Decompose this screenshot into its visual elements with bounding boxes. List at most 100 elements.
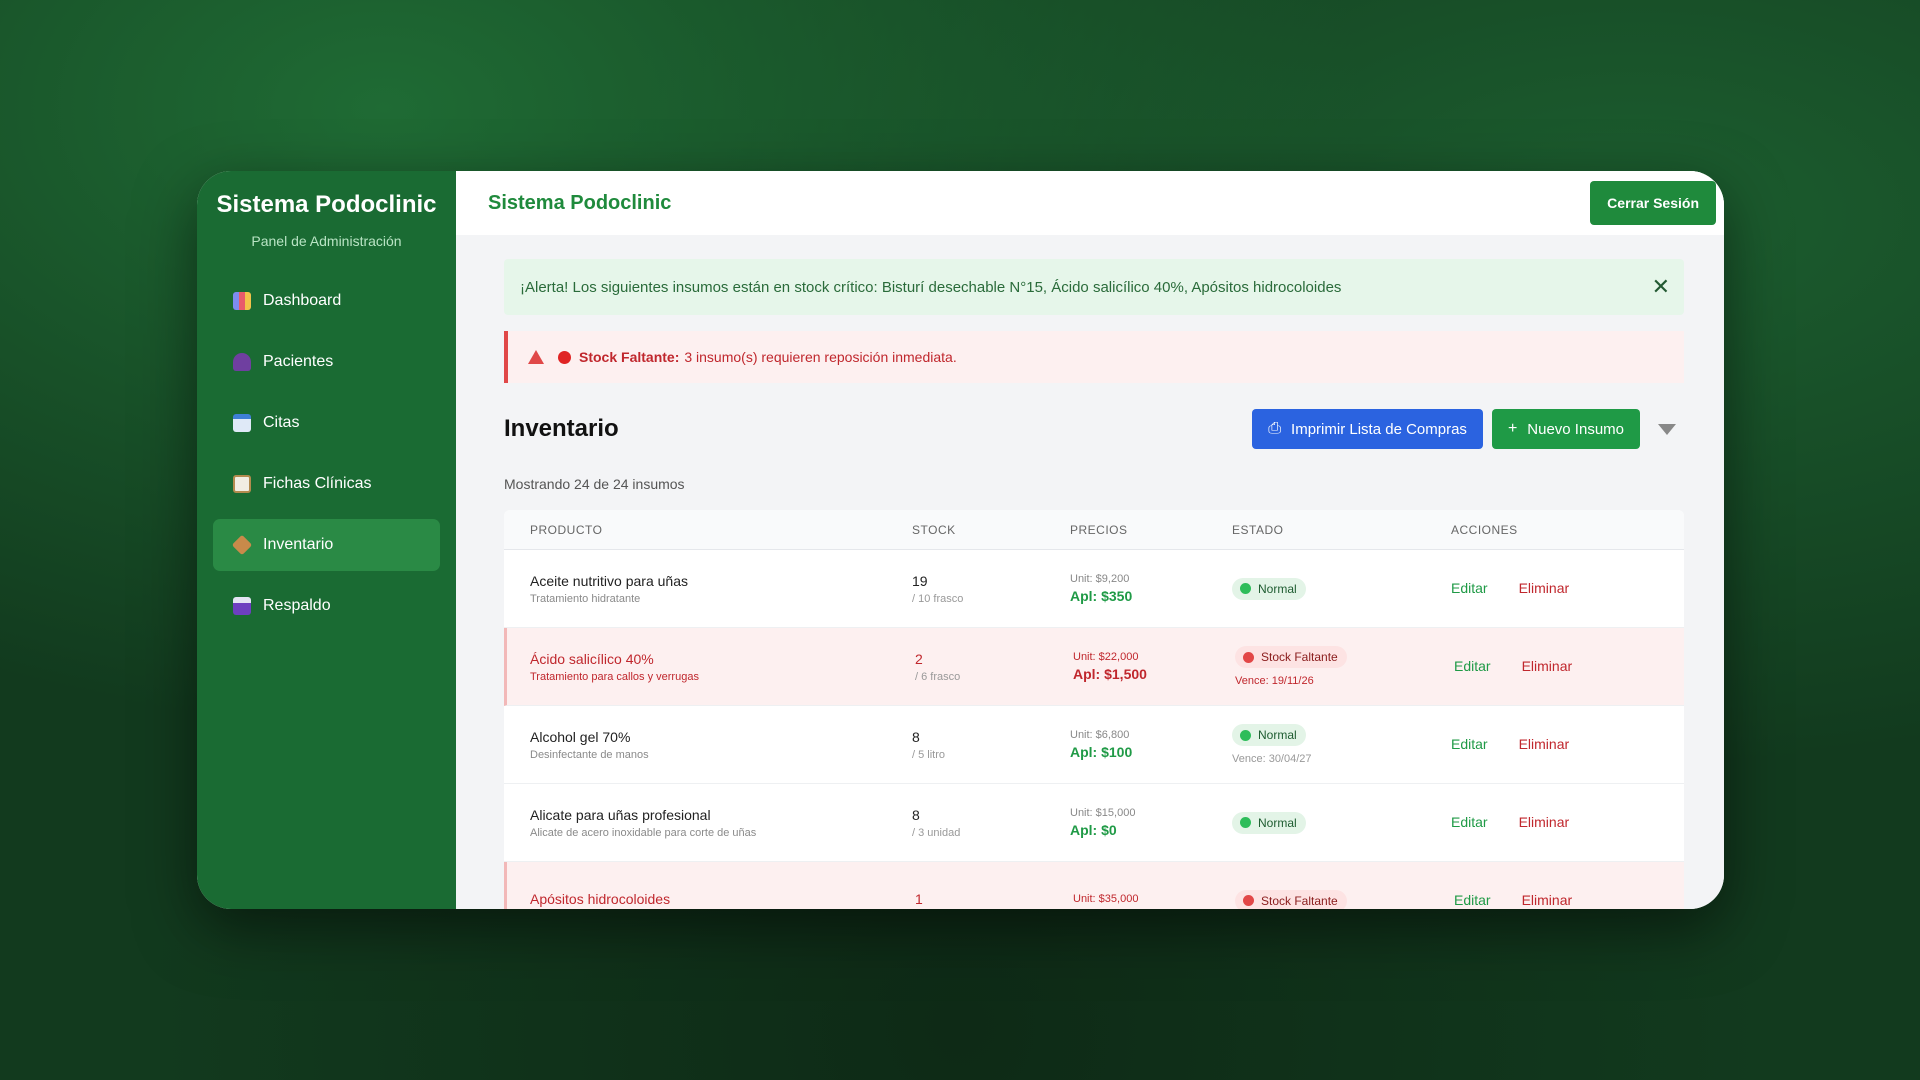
content-area: ¡Alerta! Los siguientes insumos están en… (456, 235, 1724, 909)
table-header: PRODUCTO STOCK PRECIOS ESTADO ACCIONES (504, 510, 1684, 550)
filter-icon[interactable] (1658, 423, 1676, 435)
price-unit: Unit: $35,000 (1073, 893, 1139, 905)
product-name: Alicate para uñas profesional (530, 806, 711, 823)
table-row: Aceite nutritivo para uñas Tratamiento hi… (504, 550, 1684, 628)
table-row: Alicate para uñas profesional Alicate de … (504, 784, 1684, 862)
delete-button[interactable]: Eliminar (1522, 658, 1573, 674)
inventory-header: Inventario ⎙ Imprimir Lista de Compras +… (504, 409, 1684, 449)
stock-value: 8 (912, 806, 920, 823)
results-count: Mostrando 24 de 24 insumos (504, 476, 685, 492)
logout-button[interactable]: Cerrar Sesión (1590, 181, 1716, 225)
status-dot-icon (1243, 895, 1254, 906)
status-text: Normal (1258, 728, 1297, 742)
stock-unit: / 3 unidad (912, 826, 961, 839)
missing-stock-text: 3 insumo(s) requieren reposición inmedia… (684, 349, 957, 365)
product-name: Ácido salicílico 40% (530, 650, 654, 667)
stock-unit: / 6 frasco (915, 670, 961, 683)
sidebar-item-dashboard[interactable]: Dashboard (213, 275, 440, 327)
status-dot-icon (1243, 651, 1254, 663)
users-icon (233, 353, 251, 371)
product-desc: Tratamiento para callos y verrugas (530, 670, 699, 683)
product-desc: Desinfectante de manos (530, 748, 649, 761)
sidebar-subtitle: Panel de Administración (251, 233, 402, 249)
col-header-product: PRODUCTO (530, 522, 603, 537)
col-header-actions: ACCIONES (1451, 522, 1518, 537)
stock-value: 1 (915, 890, 923, 907)
sidebar-item-label: Pacientes (263, 353, 334, 370)
page-title: Sistema Podoclinic (488, 191, 672, 214)
price-apl: Apl: $350 (1070, 588, 1133, 604)
sidebar-item-label: Dashboard (263, 292, 342, 309)
status-badge: Normal (1232, 811, 1306, 834)
sidebar-item-fichas[interactable]: Fichas Clínicas (213, 458, 440, 510)
app-window: Sistema Podoclinic Panel de Administraci… (197, 171, 1724, 909)
sidebar-item-respaldo[interactable]: Respaldo (213, 580, 440, 632)
status-text: Normal (1258, 581, 1297, 596)
price-unit: Unit: $6,800 (1070, 729, 1130, 741)
chart-icon (233, 292, 251, 310)
edit-button[interactable]: Editar (1451, 736, 1488, 752)
save-icon (233, 597, 251, 615)
edit-button[interactable]: Editar (1451, 814, 1488, 830)
inventory-title: Inventario (504, 415, 619, 442)
delete-button[interactable]: Eliminar (1519, 736, 1570, 752)
status-badge: Normal (1232, 724, 1306, 746)
topbar: Sistema Podoclinic Cerrar Sesión (456, 171, 1724, 235)
sidebar-item-label: Fichas Clínicas (263, 475, 372, 492)
edit-button[interactable]: Editar (1454, 658, 1491, 674)
sidebar-item-inventario[interactable]: Inventario (213, 519, 440, 571)
col-header-prices: PRECIOS (1070, 522, 1128, 537)
status-badge: Normal (1232, 577, 1306, 600)
stock-unit: / 10 frasco (912, 592, 964, 605)
sidebar-title: Sistema Podoclinic (216, 191, 437, 218)
expiry-date: Vence: 30/04/27 (1232, 753, 1312, 765)
missing-stock-banner: Stock Faltante: 3 insumo(s) requieren re… (504, 331, 1684, 383)
price-apl: Apl: $1,500 (1073, 666, 1147, 682)
print-label: Imprimir Lista de Compras (1291, 420, 1467, 438)
sidebar-item-pacientes[interactable]: Pacientes (213, 336, 440, 388)
price-apl: Apl: $100 (1070, 744, 1133, 760)
table-row: Alcohol gel 70% Desinfectante de manos 8 /… (504, 706, 1684, 784)
status-badge: Stock Faltante (1235, 646, 1347, 668)
red-dot-icon (558, 350, 571, 364)
product-desc: Alicate de acero inoxidable para corte d… (530, 826, 757, 839)
new-supply-button[interactable]: + Nuevo Insumo (1491, 409, 1640, 449)
product-desc: Tratamiento hidratante (530, 592, 641, 605)
price-unit: Unit: $22,000 (1073, 651, 1139, 663)
col-header-stock: STOCK (912, 522, 956, 537)
clipboard-icon (233, 475, 251, 493)
new-label: Nuevo Insumo (1527, 420, 1624, 438)
sidebar-nav: Dashboard Pacientes Citas Fichas Clínica… (197, 275, 456, 632)
edit-button[interactable]: Editar (1454, 892, 1491, 908)
box-icon (231, 534, 253, 556)
stock-value: 2 (915, 650, 923, 667)
inventory-table: PRODUCTO STOCK PRECIOS ESTADO ACCIONES A… (504, 510, 1684, 909)
delete-button[interactable]: Eliminar (1519, 814, 1570, 830)
product-name: Aceite nutritivo para uñas (530, 572, 688, 589)
edit-button[interactable]: Editar (1451, 580, 1488, 596)
price-unit: Unit: $9,200 (1070, 573, 1130, 585)
stock-unit: / 5 litro (912, 748, 946, 761)
sidebar-item-label: Inventario (263, 536, 334, 553)
price-apl: Apl: $0 (1070, 822, 1117, 838)
product-name: Alcohol gel 70% (530, 728, 631, 745)
delete-button[interactable]: Eliminar (1519, 580, 1570, 596)
stock-value: 19 (912, 572, 928, 589)
print-shopping-list-button[interactable]: ⎙ Imprimir Lista de Compras (1252, 409, 1483, 449)
missing-stock-label: Stock Faltante: (579, 349, 680, 365)
sidebar: Sistema Podoclinic Panel de Administraci… (197, 171, 456, 909)
delete-button[interactable]: Eliminar (1522, 892, 1573, 908)
table-row: Apósitos hidrocoloides 1 Unit: $35,000 S… (504, 862, 1684, 909)
status-text: Normal (1258, 815, 1297, 830)
close-icon[interactable]: ✕ (1652, 276, 1670, 298)
inventory-actions: ⎙ Imprimir Lista de Compras + Nuevo Insu… (1252, 409, 1684, 449)
status-text: Stock Faltante (1261, 650, 1338, 664)
warning-icon (528, 350, 544, 364)
stock-alert-text: ¡Alerta! Los siguientes insumos están en… (520, 278, 1342, 296)
calendar-icon (233, 414, 251, 432)
sidebar-item-citas[interactable]: Citas (213, 397, 440, 449)
product-name: Apósitos hidrocoloides (530, 890, 671, 907)
expiry-date: Vence: 19/11/26 (1235, 675, 1314, 687)
col-header-state: ESTADO (1232, 522, 1284, 537)
plus-icon: + (1507, 420, 1518, 437)
